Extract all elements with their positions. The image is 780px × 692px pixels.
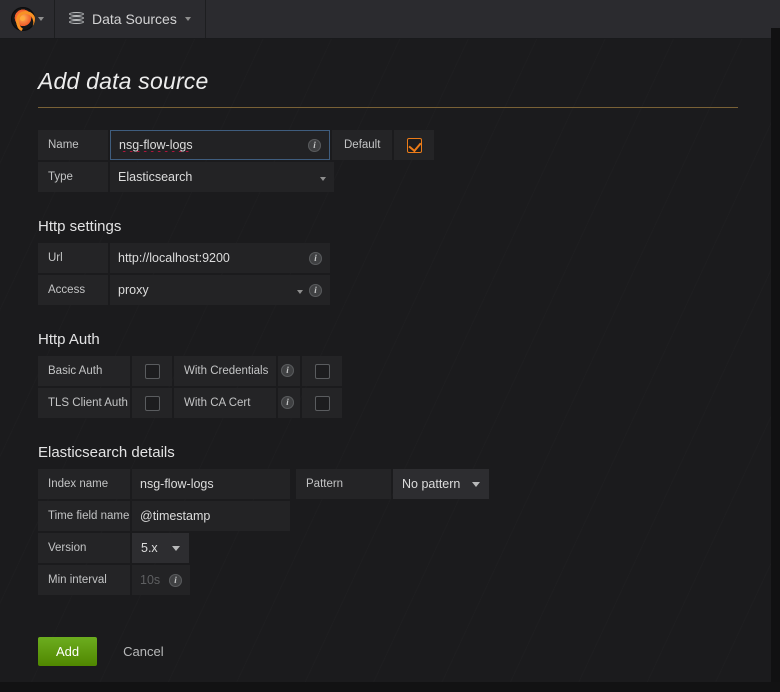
version-select-value: 5.x: [141, 541, 158, 555]
form-row-version: Version 5.x: [38, 533, 738, 563]
form-row-url: Url i: [38, 243, 738, 273]
caret-down-icon: [308, 170, 326, 184]
form-row-index-name: Index name Pattern No pattern: [38, 469, 738, 499]
http-settings-heading: Http settings: [38, 218, 738, 235]
index-name-input[interactable]: [140, 470, 282, 498]
checkbox-checked-icon: [407, 138, 422, 153]
with-ca-cert-label: With CA Cert: [174, 388, 276, 418]
caret-down-icon: [285, 283, 303, 297]
main-content: Add data source Name i Default Type Elas…: [38, 38, 738, 666]
min-interval-label: Min interval: [38, 565, 130, 595]
checkbox-unchecked-icon: [315, 396, 330, 411]
name-field[interactable]: i: [110, 130, 330, 160]
min-interval-input[interactable]: [140, 566, 163, 594]
with-ca-cert-info-cell: i: [278, 388, 300, 418]
access-select-value: proxy: [118, 283, 149, 297]
time-field-name-input[interactable]: [140, 502, 282, 530]
type-label: Type: [38, 162, 108, 192]
info-icon[interactable]: i: [308, 139, 321, 152]
info-icon[interactable]: i: [309, 252, 322, 265]
info-icon[interactable]: i: [169, 574, 182, 587]
url-input[interactable]: [118, 244, 303, 272]
with-credentials-info-cell: i: [278, 356, 300, 386]
caret-down-icon: [185, 17, 191, 21]
horizontal-scrollbar[interactable]: [0, 682, 780, 692]
time-field-name-field[interactable]: [132, 501, 290, 531]
index-name-field[interactable]: [132, 469, 290, 499]
checkbox-unchecked-icon: [315, 364, 330, 379]
form-actions: Add Cancel: [38, 637, 738, 666]
elasticsearch-details-heading: Elasticsearch details: [38, 444, 738, 461]
default-label: Default: [332, 130, 392, 160]
pattern-select-value: No pattern: [402, 477, 460, 491]
access-select[interactable]: proxy i: [110, 275, 330, 305]
name-label: Name: [38, 130, 108, 160]
basic-auth-label: Basic Auth: [38, 356, 130, 386]
page-root: Data Sources Add data source Name i Defa…: [0, 0, 780, 692]
database-icon: [69, 12, 84, 26]
index-name-label: Index name: [38, 469, 130, 499]
pattern-label: Pattern: [296, 469, 391, 499]
add-button[interactable]: Add: [38, 637, 97, 666]
grafana-brand-button[interactable]: [0, 0, 55, 38]
form-row-access: Access proxy i: [38, 275, 738, 305]
info-icon[interactable]: i: [281, 364, 294, 377]
url-label: Url: [38, 243, 108, 273]
form-row-tls-client-auth: TLS Client Auth With CA Cert i: [38, 388, 738, 418]
tls-client-auth-checkbox[interactable]: [132, 388, 172, 418]
checkbox-unchecked-icon: [145, 396, 160, 411]
title-divider: [38, 107, 738, 108]
form-row-type: Type Elasticsearch: [38, 162, 738, 192]
navbar-empty-space: [206, 0, 780, 38]
caret-down-icon: [172, 546, 180, 551]
form-row-name: Name i Default: [38, 130, 738, 160]
form-row-time-field-name: Time field name: [38, 501, 738, 531]
grafana-logo-icon: [11, 7, 35, 31]
form-row-basic-auth: Basic Auth With Credentials i: [38, 356, 738, 386]
pattern-select[interactable]: No pattern: [393, 469, 489, 499]
with-credentials-label: With Credentials: [174, 356, 276, 386]
version-label: Version: [38, 533, 130, 563]
with-ca-cert-checkbox[interactable]: [302, 388, 342, 418]
cancel-button[interactable]: Cancel: [119, 637, 167, 666]
time-field-name-label: Time field name: [38, 501, 130, 531]
nav-item-label: Data Sources: [92, 11, 177, 27]
http-auth-heading: Http Auth: [38, 331, 738, 348]
nav-item-data-sources[interactable]: Data Sources: [55, 0, 206, 38]
info-icon[interactable]: i: [281, 396, 294, 409]
form-row-min-interval: Min interval i: [38, 565, 738, 595]
default-checkbox[interactable]: [394, 130, 434, 160]
tls-client-auth-label: TLS Client Auth: [38, 388, 130, 418]
caret-down-icon: [38, 17, 44, 21]
version-select[interactable]: 5.x: [132, 533, 189, 563]
type-select[interactable]: Elasticsearch: [110, 162, 334, 192]
url-field[interactable]: i: [110, 243, 330, 273]
caret-down-icon: [472, 482, 480, 487]
min-interval-field[interactable]: i: [132, 565, 190, 595]
info-icon[interactable]: i: [309, 284, 322, 297]
top-navbar: Data Sources: [0, 0, 780, 38]
access-label: Access: [38, 275, 108, 305]
checkbox-unchecked-icon: [145, 364, 160, 379]
page-title: Add data source: [38, 68, 738, 95]
basic-auth-checkbox[interactable]: [132, 356, 172, 386]
with-credentials-checkbox[interactable]: [302, 356, 342, 386]
vertical-scrollbar[interactable]: [771, 28, 780, 692]
type-select-value: Elasticsearch: [118, 170, 192, 184]
name-input[interactable]: [119, 131, 302, 159]
